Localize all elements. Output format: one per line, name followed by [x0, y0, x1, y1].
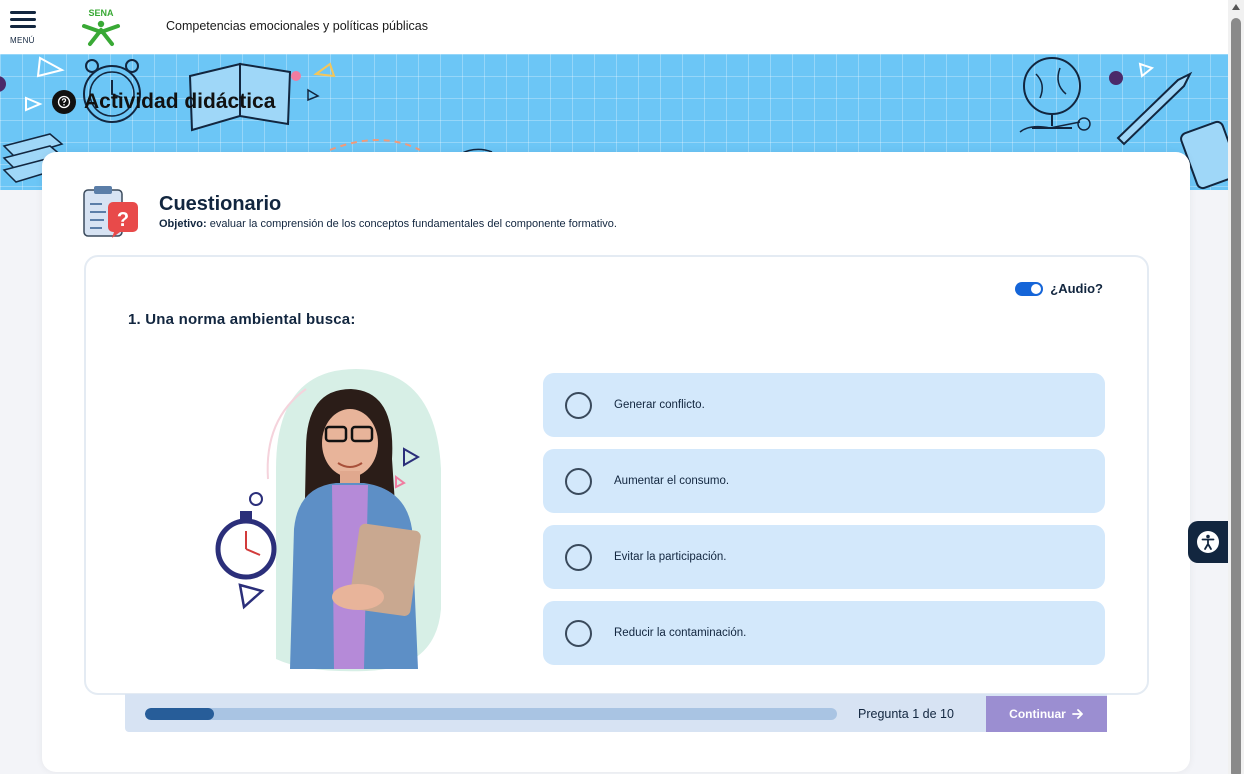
question-box: ¿Audio? 1. Una norma ambiental busca: Ge…: [84, 255, 1149, 695]
radio-button[interactable]: [565, 467, 592, 495]
accessibility-button[interactable]: [1188, 521, 1228, 563]
activity-title: Actividad didáctica: [84, 90, 276, 113]
answer-label: Generar conflicto.: [614, 399, 705, 411]
hamburger-icon: [10, 11, 36, 14]
course-title: Competencias emocionales y políticas púb…: [166, 19, 428, 33]
answer-label: Reducir la contaminación.: [614, 627, 747, 639]
answer-option[interactable]: Aumentar el consumo.: [543, 449, 1105, 513]
answer-option[interactable]: Evitar la participación.: [543, 525, 1105, 589]
answer-option[interactable]: Generar conflicto.: [543, 373, 1105, 437]
student-illustration: [215, 369, 441, 672]
accessibility-icon: [1197, 531, 1219, 553]
answer-label: Aumentar el consumo.: [614, 475, 730, 487]
menu-button[interactable]: MENÚ: [9, 11, 39, 45]
audio-label: ¿Audio?: [1050, 281, 1103, 296]
menu-label: MENÚ: [10, 36, 35, 45]
answer-option[interactable]: Reducir la contaminación.: [543, 601, 1105, 665]
quiz-objective: Objetivo: evaluar la comprensión de los …: [159, 218, 617, 230]
svg-text:SENA: SENA: [88, 8, 114, 18]
progress-bar: [145, 708, 837, 720]
banner-title: Actividad didáctica: [52, 90, 275, 114]
continue-label: Continuar: [1009, 707, 1066, 721]
quiz-card: ? Cuestionario Objetivo: evaluar la comp…: [42, 152, 1190, 772]
audio-toggle[interactable]: ¿Audio?: [1015, 281, 1103, 296]
question-text: 1. Una norma ambiental busca:: [128, 311, 356, 328]
progress-text: Pregunta 1 de 10: [858, 707, 954, 721]
continue-button[interactable]: Continuar: [986, 696, 1107, 732]
progress-fill: [145, 708, 215, 720]
progress-footer: Pregunta 1 de 10 Continuar: [125, 694, 1107, 732]
quiz-heading: Cuestionario: [159, 193, 282, 215]
svg-text:?: ?: [117, 209, 129, 231]
radio-button[interactable]: [565, 543, 592, 571]
answer-options: Generar conflicto. Aumentar el consumo. …: [543, 373, 1105, 677]
radio-button[interactable]: [565, 391, 592, 419]
answer-label: Evitar la participación.: [614, 551, 727, 563]
objective-text: evaluar la comprensión de los conceptos …: [206, 218, 617, 230]
arrow-right-icon: [1071, 709, 1083, 719]
scrollbar-thumb[interactable]: [1231, 18, 1241, 774]
top-header: MENÚ SENA Competencias emocionales y pol…: [0, 0, 1228, 54]
audio-switch[interactable]: [1015, 281, 1044, 296]
page-scrollbar[interactable]: [1228, 0, 1244, 774]
sena-logo: SENA: [82, 8, 120, 46]
clipboard-question-icon: ?: [83, 186, 138, 238]
scroll-up-icon[interactable]: [1232, 4, 1240, 10]
objective-label: Objetivo:: [159, 218, 207, 230]
help-circle-icon: [52, 90, 76, 114]
radio-button[interactable]: [565, 619, 592, 647]
